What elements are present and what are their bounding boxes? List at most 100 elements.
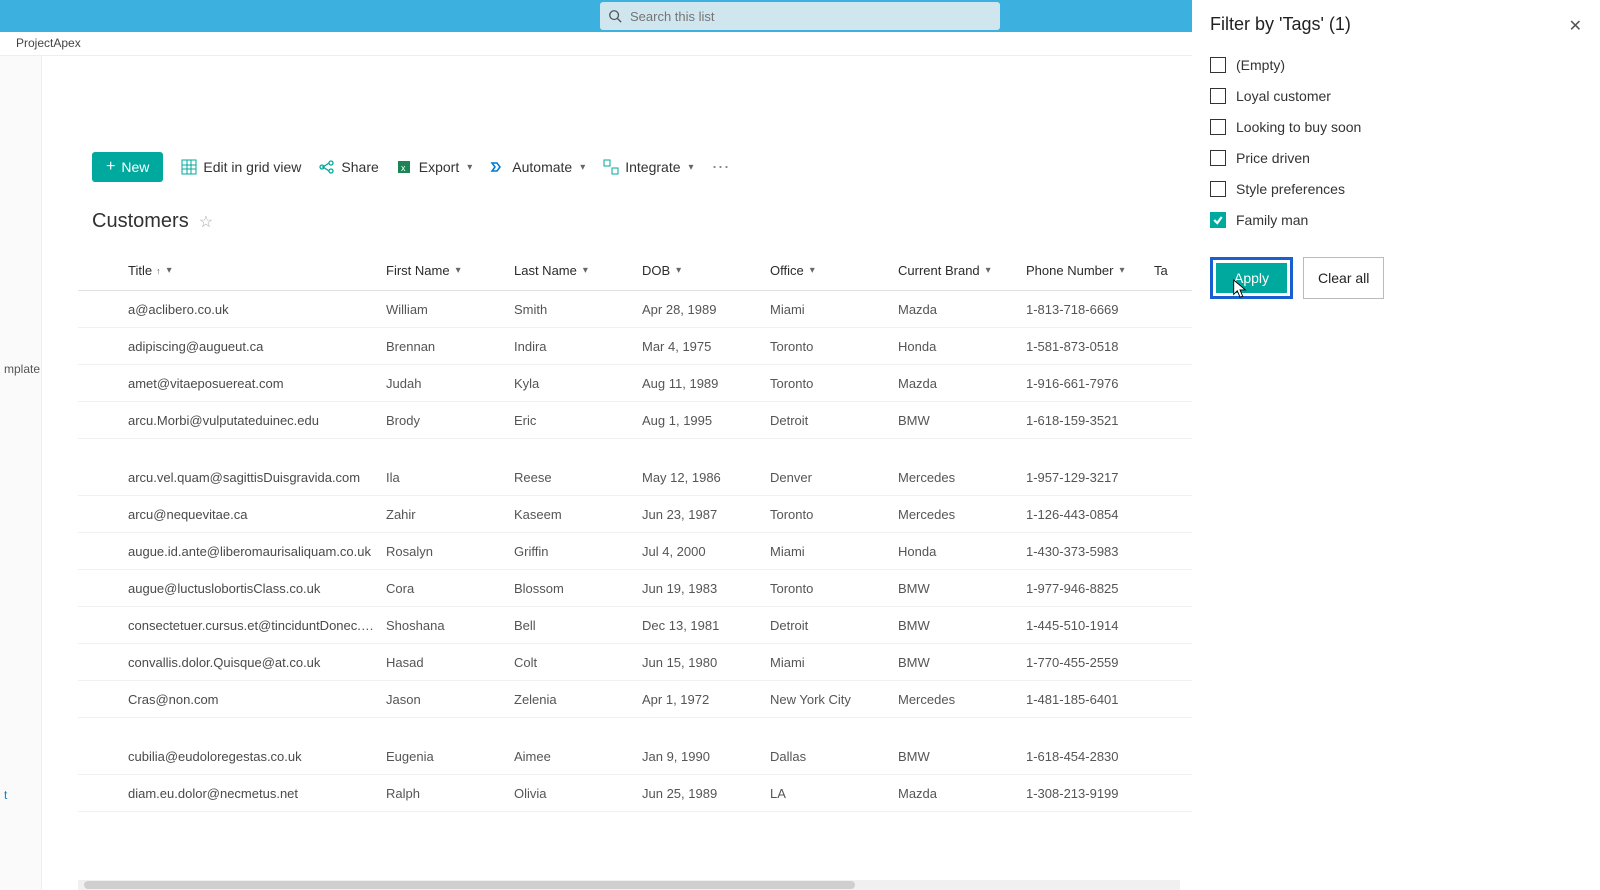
cell-last: Eric bbox=[514, 413, 642, 428]
cell-office: Detroit bbox=[770, 618, 898, 633]
cell-dob: Apr 1, 1972 bbox=[642, 692, 770, 707]
checkbox[interactable] bbox=[1210, 181, 1226, 197]
cell-title[interactable]: ⇱arcu@nequevitae.ca bbox=[128, 507, 386, 522]
cell-phone: 1-481-185-6401 bbox=[1026, 692, 1154, 707]
checkbox[interactable] bbox=[1210, 212, 1226, 228]
col-phone[interactable]: Phone Number▾ bbox=[1026, 263, 1154, 278]
cell-dob: Aug 11, 1989 bbox=[642, 376, 770, 391]
cell-brand: Mazda bbox=[898, 302, 1026, 317]
cell-brand: BMW bbox=[898, 655, 1026, 670]
filter-option[interactable]: Price driven bbox=[1210, 142, 1582, 173]
checkbox[interactable] bbox=[1210, 88, 1226, 104]
search-input[interactable] bbox=[630, 9, 992, 24]
chevron-down-icon: ▾ bbox=[986, 265, 991, 276]
filter-option-label: Loyal customer bbox=[1236, 88, 1331, 104]
share-button[interactable]: Share bbox=[319, 159, 378, 175]
cell-title[interactable]: ⇱convallis.dolor.Quisque@at.co.uk bbox=[128, 655, 386, 670]
close-icon[interactable]: ✕ bbox=[1569, 16, 1582, 36]
cell-title[interactable]: ⇱Cras@non.com bbox=[128, 692, 386, 707]
cell-first: Shoshana bbox=[386, 618, 514, 633]
cell-title[interactable]: ⇱consectetuer.cursus.et@tinciduntDonec.c… bbox=[128, 618, 386, 633]
col-last[interactable]: Last Name▾ bbox=[514, 263, 642, 278]
cell-title[interactable]: ⇱cubilia@eudoloregestas.co.uk bbox=[128, 749, 386, 764]
cell-first: Judah bbox=[386, 376, 514, 391]
cell-dob: Aug 1, 1995 bbox=[642, 413, 770, 428]
cell-dob: Mar 4, 1975 bbox=[642, 339, 770, 354]
cell-phone: 1-813-718-6669 bbox=[1026, 302, 1154, 317]
share-icon bbox=[319, 159, 335, 175]
col-dob[interactable]: DOB▾ bbox=[642, 263, 770, 278]
star-icon[interactable]: ☆ bbox=[199, 212, 213, 232]
checkbox[interactable] bbox=[1210, 150, 1226, 166]
cell-brand: BMW bbox=[898, 413, 1026, 428]
cell-office: Toronto bbox=[770, 339, 898, 354]
integrate-icon bbox=[603, 159, 619, 175]
share-label: Share bbox=[341, 159, 378, 175]
cell-title[interactable]: ⇱arcu.Morbi@vulputateduinec.edu bbox=[128, 413, 386, 428]
scrollbar-thumb[interactable] bbox=[84, 881, 855, 889]
col-brand[interactable]: Current Brand▾ bbox=[898, 263, 1026, 278]
filter-option[interactable]: Style preferences bbox=[1210, 173, 1582, 204]
clear-all-button[interactable]: Clear all bbox=[1303, 257, 1384, 299]
cell-phone: 1-430-373-5983 bbox=[1026, 544, 1154, 559]
filter-option[interactable]: Family man bbox=[1210, 204, 1582, 235]
search-box[interactable] bbox=[600, 2, 1000, 30]
cell-title[interactable]: ⇱augue@luctuslobortisClass.co.uk bbox=[128, 581, 386, 596]
filter-option-label: Family man bbox=[1236, 212, 1308, 228]
cell-phone: 1-308-213-9199 bbox=[1026, 786, 1154, 801]
filter-option[interactable]: Looking to buy soon bbox=[1210, 111, 1582, 142]
checkbox[interactable] bbox=[1210, 57, 1226, 73]
checkbox[interactable] bbox=[1210, 119, 1226, 135]
cell-title[interactable]: ⇱arcu.vel.quam@sagittisDuisgravida.com bbox=[128, 470, 386, 485]
cell-dob: Apr 28, 1989 bbox=[642, 302, 770, 317]
cell-phone: 1-957-129-3217 bbox=[1026, 470, 1154, 485]
cell-last: Bell bbox=[514, 618, 642, 633]
more-button[interactable]: ⋯ bbox=[712, 157, 732, 178]
cell-last: Kaseem bbox=[514, 507, 642, 522]
cursor-icon bbox=[1231, 278, 1249, 300]
cell-first: Zahir bbox=[386, 507, 514, 522]
filter-option[interactable]: (Empty) bbox=[1210, 49, 1582, 80]
col-first[interactable]: First Name▾ bbox=[386, 263, 514, 278]
filter-option-label: Style preferences bbox=[1236, 181, 1345, 197]
col-office[interactable]: Office▾ bbox=[770, 263, 898, 278]
leftnav-item[interactable]: t bbox=[0, 782, 41, 808]
automate-label: Automate bbox=[512, 159, 572, 175]
filter-option[interactable]: Loyal customer bbox=[1210, 80, 1582, 111]
edit-grid-button[interactable]: Edit in grid view bbox=[181, 159, 301, 175]
cell-title[interactable]: ⇱a@aclibero.co.uk bbox=[128, 302, 386, 317]
chevron-down-icon: ▾ bbox=[1119, 265, 1124, 276]
list-title: Customers bbox=[92, 210, 189, 233]
apply-button[interactable]: Apply bbox=[1216, 263, 1287, 293]
filter-option-label: (Empty) bbox=[1236, 57, 1285, 73]
export-label: Export bbox=[419, 159, 459, 175]
horizontal-scrollbar[interactable] bbox=[78, 880, 1180, 890]
export-button[interactable]: x Export▾ bbox=[397, 159, 473, 175]
col-title[interactable]: Title↑▾ bbox=[128, 263, 386, 278]
cell-last: Kyla bbox=[514, 376, 642, 391]
cell-title[interactable]: ⇱adipiscing@augueut.ca bbox=[128, 339, 386, 354]
cell-title[interactable]: ⇱diam.eu.dolor@necmetus.net bbox=[128, 786, 386, 801]
leftnav-item[interactable]: mplate bbox=[0, 356, 41, 382]
new-label: New bbox=[121, 159, 149, 175]
cell-brand: BMW bbox=[898, 581, 1026, 596]
cell-dob: Jul 4, 2000 bbox=[642, 544, 770, 559]
grid-icon bbox=[181, 159, 197, 175]
cell-title[interactable]: ⇱augue.id.ante@liberomaurisaliquam.co.uk bbox=[128, 544, 386, 559]
chevron-down-icon: ▾ bbox=[583, 265, 588, 276]
automate-button[interactable]: Automate▾ bbox=[490, 159, 585, 175]
left-nav: mplate t bbox=[0, 56, 42, 890]
cell-phone: 1-618-454-2830 bbox=[1026, 749, 1154, 764]
cell-first: William bbox=[386, 302, 514, 317]
cell-office: Toronto bbox=[770, 376, 898, 391]
cell-phone: 1-445-510-1914 bbox=[1026, 618, 1154, 633]
excel-icon: x bbox=[397, 159, 413, 175]
cell-first: Brody bbox=[386, 413, 514, 428]
new-button[interactable]: +New bbox=[92, 152, 163, 182]
svg-text:x: x bbox=[401, 163, 406, 173]
cell-phone: 1-977-946-8825 bbox=[1026, 581, 1154, 596]
cell-first: Jason bbox=[386, 692, 514, 707]
integrate-button[interactable]: Integrate▾ bbox=[603, 159, 693, 175]
cell-title[interactable]: ⇱amet@vitaeposuereat.com bbox=[128, 376, 386, 391]
filter-panel: Filter by 'Tags' (1) ✕ (Empty)Loyal cust… bbox=[1192, 0, 1600, 890]
